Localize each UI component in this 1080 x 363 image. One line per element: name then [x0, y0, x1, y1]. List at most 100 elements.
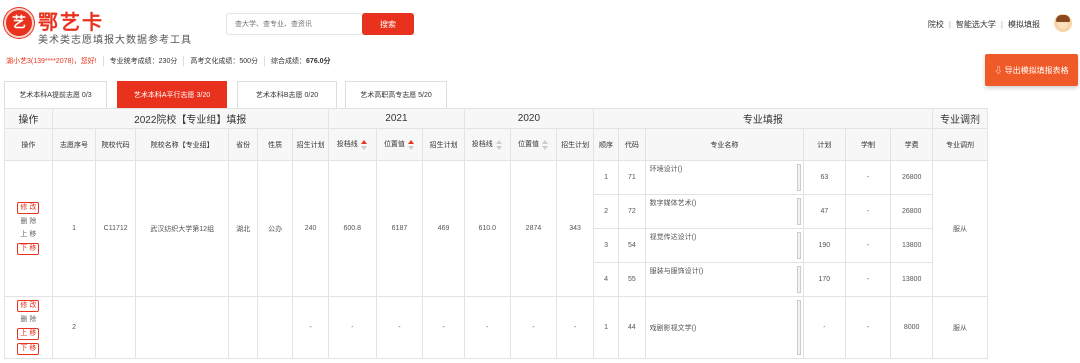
cell-2020-plan: -	[556, 296, 594, 359]
move-down-button[interactable]: 下 移	[17, 343, 40, 355]
major-name: 环境设计()	[649, 166, 683, 173]
cell-2020-pos: 2874	[509, 160, 558, 297]
col-2020-line[interactable]: 投档线	[463, 128, 511, 161]
major-plan: 170	[803, 262, 846, 297]
major-order: 4	[592, 262, 620, 297]
col-2021-pos-label: 位置值	[383, 141, 405, 149]
major-order: 3	[592, 228, 620, 263]
cell-2021-plan: 469	[422, 160, 465, 297]
table-row: 修 改 删 除 上 移 下 移 2 - - - - - - - 1 44 戏剧影…	[4, 296, 988, 359]
total-score-label: 综合成绩：	[271, 58, 307, 65]
tab-early[interactable]: 艺术本科A提前志愿 0/3	[4, 81, 107, 108]
major-name-cell[interactable]: 环境设计()	[644, 160, 805, 195]
major-fee: 8000	[890, 296, 933, 359]
group-2020: 2020	[463, 108, 594, 129]
major-name-cell[interactable]: 服装与服饰设计()	[644, 262, 805, 297]
scrollbar[interactable]	[797, 266, 802, 293]
nav-item-smart-select[interactable]: 智能选大学	[956, 19, 996, 30]
nav-item-colleges[interactable]: 院校	[928, 19, 944, 30]
major-name-cell[interactable]: 数字媒体艺术()	[644, 194, 805, 229]
major-code: 72	[618, 194, 646, 229]
avatar-icon[interactable]	[1054, 14, 1072, 32]
col-province: 省份	[228, 128, 258, 161]
sort-icon[interactable]	[360, 139, 368, 150]
sort-icon[interactable]	[407, 139, 415, 150]
cell-code	[95, 296, 136, 359]
major-fee: 26800	[890, 194, 933, 229]
group-header-row: 操作 2022院校【专业组】填报 2021 2020 专业填报 专业调剂	[4, 108, 988, 129]
major-name-cell[interactable]: 戏剧影视文学()	[644, 296, 805, 359]
major-fee: 13800	[890, 228, 933, 263]
logo-char: 艺	[12, 15, 26, 31]
major-duration: -	[844, 296, 892, 359]
delete-button[interactable]: 删 除	[20, 217, 36, 227]
scrollbar[interactable]	[797, 232, 802, 259]
cell-2020-line: 610.0	[463, 160, 511, 297]
major-name-cell[interactable]: 视觉传达设计()	[644, 228, 805, 263]
major-code: 55	[618, 262, 646, 297]
col-2020-pos-label: 位置值	[517, 141, 539, 149]
col-2021-line[interactable]: 投档线	[327, 128, 377, 161]
col-2021-line-label: 投档线	[336, 141, 358, 149]
cell-name[interactable]	[134, 296, 230, 359]
edit-button[interactable]: 修 改	[17, 300, 40, 312]
major-order: 1	[592, 296, 620, 359]
col-2021-pos[interactable]: 位置值	[375, 128, 424, 161]
cell-seq: 1	[51, 160, 97, 297]
nav-item-simulate[interactable]: 模拟填报	[1008, 19, 1040, 30]
major-name: 戏剧影视文学()	[649, 324, 697, 332]
scrollbar[interactable]	[797, 198, 802, 225]
cell-province	[228, 296, 258, 359]
delete-button[interactable]: 删 除	[20, 315, 36, 325]
major-name: 服装与服饰设计()	[649, 268, 704, 275]
export-button[interactable]: ⇩ 导出模拟填报表格	[985, 54, 1078, 86]
group-2022: 2022院校【专业组】填报	[51, 108, 329, 129]
logo-icon[interactable]: 艺	[4, 8, 34, 38]
culture-score: 高考文化成绩：500分	[183, 56, 264, 66]
tab-b[interactable]: 艺术本科B志愿 0/20	[237, 81, 337, 108]
major-fee: 26800	[890, 160, 933, 195]
application-table: 操作 2022院校【专业组】填报 2021 2020 专业填报 专业调剂 操作 …	[4, 108, 988, 359]
cell-2020-line: -	[463, 296, 511, 359]
header: 艺 鄂艺卡 美术类志愿填报大数据参考工具 搜索 院校|智能选大学|模拟填报	[0, 0, 1080, 48]
edit-button[interactable]: 修 改	[17, 202, 40, 214]
col-type: 性质	[256, 128, 294, 161]
major-duration: -	[844, 160, 892, 195]
move-up-button[interactable]: 上 移	[20, 230, 36, 240]
cell-2021-line: -	[327, 296, 377, 359]
scrollbar[interactable]	[797, 164, 802, 191]
major-plan: 190	[803, 228, 846, 263]
cell-2020-plan: 343	[556, 160, 594, 297]
sort-icon[interactable]	[541, 139, 549, 150]
tab-parallel[interactable]: 艺术本科A平行志愿 3/20	[117, 81, 227, 108]
col-seq: 志愿序号	[51, 128, 97, 161]
col-ops: 操作	[4, 128, 53, 161]
cell-seq: 2	[51, 296, 97, 359]
search-button[interactable]: 搜索	[362, 13, 414, 35]
major-name: 视觉传达设计()	[649, 234, 697, 241]
major-plan: 63	[803, 160, 846, 195]
col-fee: 学费	[890, 128, 933, 161]
col-code: 院校代码	[95, 128, 136, 161]
column-header-row: 操作 志愿序号 院校代码 院校名称【专业组】 省份 性质 招生计划 投档线 位置…	[4, 128, 988, 161]
cell-2021-line: 600.8	[327, 160, 377, 297]
cell-code: C11712	[95, 160, 136, 297]
group-major: 专业填报	[592, 108, 934, 129]
col-2020-pos[interactable]: 位置值	[509, 128, 558, 161]
search-box: 搜索	[226, 13, 414, 35]
move-down-button[interactable]: 下 移	[17, 243, 40, 255]
nav-separator: |	[948, 20, 951, 29]
search-input[interactable]	[227, 14, 363, 34]
row-ops: 修 改 删 除 上 移 下 移	[4, 296, 53, 359]
sort-icon[interactable]	[495, 139, 503, 150]
major-code: 71	[618, 160, 646, 195]
tab-vocational[interactable]: 艺术高职高专志愿 5/20	[345, 81, 447, 108]
cell-name[interactable]: 武汉纺织大学第12组	[134, 160, 230, 297]
scrollbar[interactable]	[797, 300, 802, 355]
move-up-button[interactable]: 上 移	[17, 328, 40, 340]
major-order: 1	[592, 160, 620, 195]
group-adjust: 专业调剂	[932, 108, 988, 129]
cell-plan: 240	[292, 160, 329, 297]
cell-plan: -	[292, 296, 329, 359]
total-score: 综合成绩：676.0分	[264, 56, 337, 66]
